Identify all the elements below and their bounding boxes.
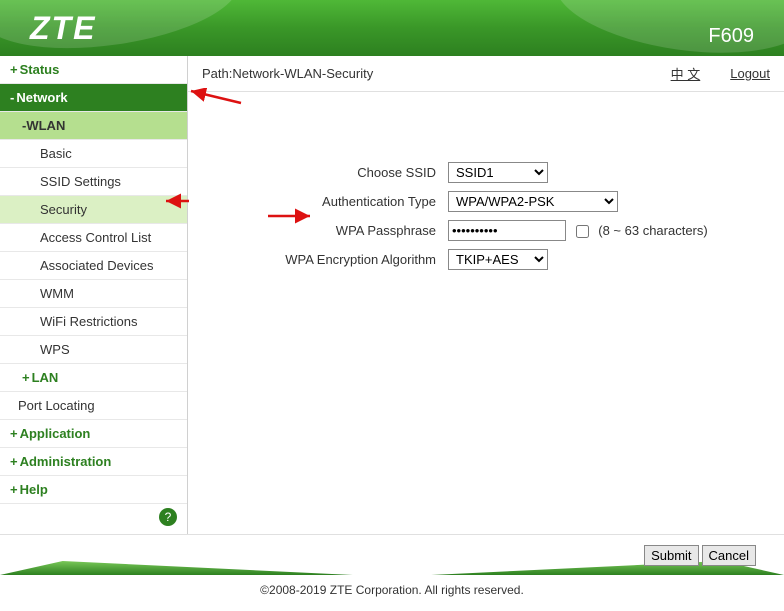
nav-wps[interactable]: WPS <box>0 336 187 364</box>
nav-wmm[interactable]: WMM <box>0 280 187 308</box>
passphrase-hint: (8 ~ 63 characters) <box>598 223 707 238</box>
help-icon[interactable]: ? <box>159 508 177 526</box>
nav-wifi-restrictions[interactable]: WiFi Restrictions <box>0 308 187 336</box>
select-encryption[interactable]: TKIP+AES <box>448 249 548 270</box>
label-encryption: WPA Encryption Algorithm <box>208 252 448 267</box>
row-choose-ssid: Choose SSID SSID1 <box>208 162 764 183</box>
label-choose-ssid: Choose SSID <box>208 165 448 180</box>
select-ssid[interactable]: SSID1 <box>448 162 548 183</box>
row-auth-type: Authentication Type WPA/WPA2-PSK <box>208 191 764 212</box>
breadcrumb: Path:Network-WLAN-Security <box>202 66 641 81</box>
breadcrumb-bar: Path:Network-WLAN-Security 中 文 Logout <box>188 56 784 92</box>
nav-administration-label: Administration <box>20 454 112 469</box>
logout-link[interactable]: Logout <box>730 66 770 81</box>
select-auth-type[interactable]: WPA/WPA2-PSK <box>448 191 618 212</box>
nav-application[interactable]: +Application <box>0 420 187 448</box>
checkbox-show-passphrase[interactable] <box>576 225 589 238</box>
nav-status-label: Status <box>20 62 60 77</box>
header-bar: ZTE F609 <box>0 0 784 56</box>
cancel-button[interactable]: Cancel <box>702 545 756 566</box>
nav-network[interactable]: -Network <box>0 84 187 112</box>
footer-action-bar: Submit Cancel <box>0 535 784 575</box>
row-passphrase: WPA Passphrase (8 ~ 63 characters) <box>208 220 764 241</box>
nav-ssid-settings[interactable]: SSID Settings <box>0 168 187 196</box>
model-label: F609 <box>708 25 754 48</box>
nav-security[interactable]: Security <box>0 196 187 224</box>
label-auth-type: Authentication Type <box>208 194 448 209</box>
nav-administration[interactable]: +Administration <box>0 448 187 476</box>
nav-wlan-label: WLAN <box>26 118 65 133</box>
input-passphrase[interactable] <box>448 220 566 241</box>
nav-acl[interactable]: Access Control List <box>0 224 187 252</box>
language-link[interactable]: 中 文 <box>671 64 701 83</box>
wlan-security-form: Choose SSID SSID1 Authentication Type WP… <box>188 92 784 298</box>
nav-network-label: Network <box>16 90 67 105</box>
nav-port-locating[interactable]: Port Locating <box>0 392 187 420</box>
nav-lan-label: LAN <box>32 370 59 385</box>
brand-logo: ZTE <box>30 10 96 47</box>
submit-button[interactable]: Submit <box>644 545 698 566</box>
nav-status[interactable]: +Status <box>0 56 187 84</box>
sidebar: +Status -Network -WLAN Basic SSID Settin… <box>0 56 188 534</box>
nav-associated-devices[interactable]: Associated Devices <box>0 252 187 280</box>
main-area: +Status -Network -WLAN Basic SSID Settin… <box>0 56 784 535</box>
nav-basic[interactable]: Basic <box>0 140 187 168</box>
nav-application-label: Application <box>20 426 91 441</box>
nav-lan[interactable]: +LAN <box>0 364 187 392</box>
nav-help-label: Help <box>20 482 48 497</box>
copyright-text: ©2008-2019 ZTE Corporation. All rights r… <box>0 575 784 611</box>
nav-help[interactable]: +Help <box>0 476 187 504</box>
row-encryption: WPA Encryption Algorithm TKIP+AES <box>208 249 764 270</box>
content-panel: Path:Network-WLAN-Security 中 文 Logout Ch… <box>188 56 784 534</box>
label-passphrase: WPA Passphrase <box>208 223 448 238</box>
nav-wlan[interactable]: -WLAN <box>0 112 187 140</box>
